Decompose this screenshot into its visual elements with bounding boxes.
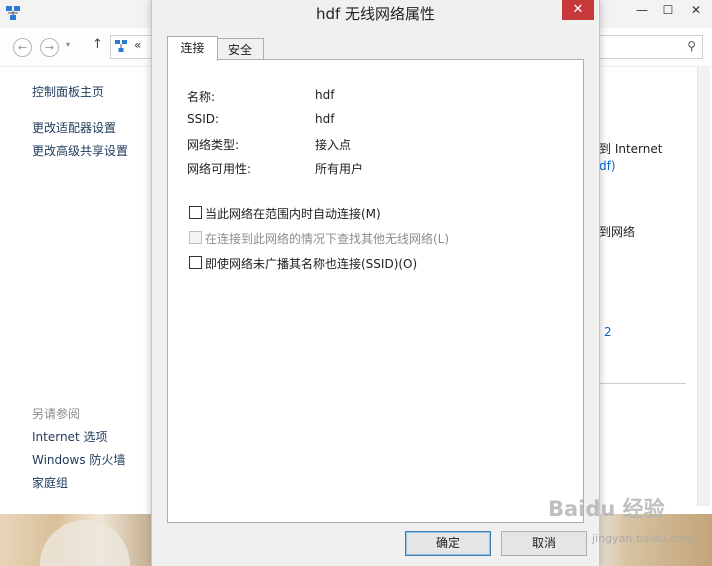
window-close-button[interactable]: ✕ — [682, 0, 710, 22]
control-panel-icon — [115, 40, 127, 52]
vertical-scrollbar[interactable] — [697, 66, 710, 506]
ok-button[interactable]: 确定 — [405, 531, 491, 556]
back-arrow-icon[interactable]: ← — [13, 38, 32, 57]
network-icon — [6, 6, 20, 20]
auto-connect-label[interactable]: 当此网络在范围内时自动连接(M) — [205, 205, 381, 222]
connection-link-fragment[interactable]: df) — [599, 159, 616, 173]
dialog-close-button[interactable]: ✕ — [562, 0, 594, 20]
watermark-url: jingyan.baidu.com — [592, 532, 694, 545]
baidu-jingyan-watermark: Baidu 经验 jingyan.baidu.com — [548, 493, 712, 547]
section-divider — [598, 383, 686, 384]
up-arrow-icon[interactable]: ↑ — [92, 37, 103, 52]
breadcrumb-overflow-chevron[interactable]: « — [134, 38, 141, 52]
network-type-label: 网络类型: — [187, 138, 240, 152]
look-for-other-networks-checkbox — [189, 231, 202, 244]
connect-hidden-ssid-checkbox[interactable] — [189, 256, 202, 269]
internet-options-link[interactable]: Internet 选项 — [32, 428, 107, 445]
forward-arrow-icon[interactable]: → — [40, 38, 59, 57]
wallpaper-detail — [40, 520, 130, 566]
auto-connect-checkbox[interactable] — [189, 206, 202, 219]
dialog-title: hdf 无线网络属性 — [315, 5, 436, 23]
look-for-other-networks-label: 在连接到此网络的情况下查找其他无线网络(L) — [205, 232, 450, 246]
ssid-label: SSID: — [187, 112, 220, 126]
network-availability-label: 网络可用性: — [187, 162, 252, 176]
name-value: hdf — [315, 88, 335, 102]
see-also-heading: 另请参阅 — [32, 407, 81, 421]
search-icon[interactable]: ⚲ — [687, 39, 696, 53]
wireless-properties-dialog: hdf 无线网络属性 ✕ 连接 安全 名称: hdf SSID: hdf 网络类… — [151, 0, 600, 566]
change-adapter-settings-link[interactable]: 更改适配器设置 — [32, 119, 116, 136]
search-input[interactable]: ⚲ — [597, 35, 703, 59]
network-availability-value: 所有用户 — [315, 162, 364, 176]
recent-dropdown-icon[interactable]: ▾ — [66, 40, 70, 49]
connect-hidden-ssid-label[interactable]: 即使网络未广播其名称也连接(SSID)(O) — [205, 255, 417, 272]
change-sharing-settings-link[interactable]: 更改高级共享设置 — [32, 142, 128, 159]
tab-connection[interactable]: 连接 — [167, 36, 218, 61]
ssid-value: hdf — [315, 112, 335, 126]
access-type-fragment: 到 Internet — [599, 142, 663, 156]
connection-tab-panel: 名称: hdf SSID: hdf 网络类型: 接入点 网络可用性: 所有用户 … — [167, 59, 584, 523]
left-navigation-pane: 控制面板主页 更改适配器设置 更改高级共享设置 另请参阅 Internet 选项… — [0, 67, 150, 514]
homegroup-link[interactable]: 家庭组 — [32, 474, 68, 491]
homegroup-link-fragment[interactable]: 2 — [604, 325, 612, 339]
network-access-fragment: 到网络 — [599, 225, 636, 239]
watermark-logo: Baidu 经验 — [548, 497, 665, 521]
minimize-button[interactable]: — — [628, 0, 656, 22]
windows-firewall-link[interactable]: Windows 防火墙 — [32, 451, 125, 468]
control-panel-home-link[interactable]: 控制面板主页 — [32, 83, 104, 100]
maximize-button[interactable]: ☐ — [654, 0, 682, 22]
name-label: 名称: — [187, 90, 216, 104]
network-type-value: 接入点 — [315, 138, 352, 152]
tab-security[interactable]: 安全 — [216, 38, 264, 61]
